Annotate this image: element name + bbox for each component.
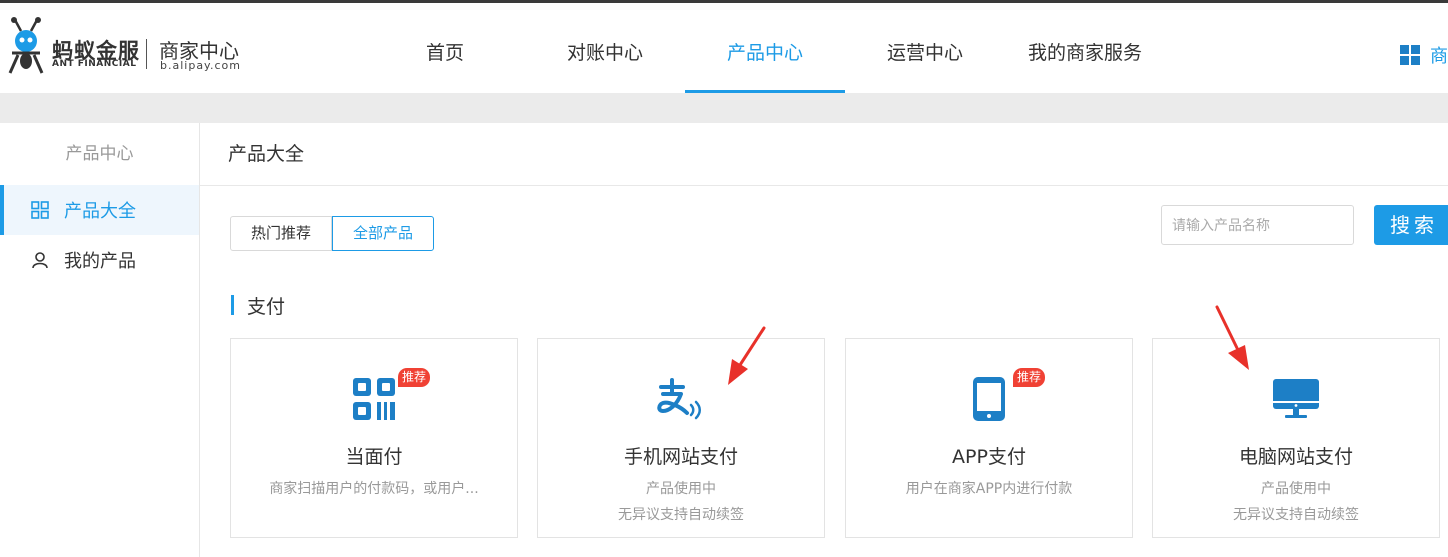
section-accent-bar xyxy=(231,295,234,315)
product-desc: 商家扫描用户的付款码，或用户... xyxy=(269,481,479,497)
main-nav: 首页 对账中心 产品中心 运营中心 我的商家服务 xyxy=(365,3,1165,93)
nav-operations[interactable]: 运营中心 xyxy=(845,3,1005,93)
product-tabs: 热门推荐 全部产品 xyxy=(230,216,435,251)
alipay-icon xyxy=(651,369,711,429)
sidebar-item-all-products[interactable]: 产品大全 xyxy=(0,185,199,235)
grid-icon xyxy=(30,200,50,220)
nav-reconciliation[interactable]: 对账中心 xyxy=(525,3,685,93)
header-band xyxy=(0,93,1448,123)
sidebar-item-label: 产品大全 xyxy=(64,201,136,222)
product-status: 产品使用中 xyxy=(646,481,716,497)
tab-hot-recommend[interactable]: 热门推荐 xyxy=(230,216,333,251)
main-content: 产品大全 热门推荐 全部产品 搜索 支付 xyxy=(200,123,1448,557)
merchant-label: 商 xyxy=(1430,46,1448,67)
merchant-menu[interactable]: 商 xyxy=(1400,43,1448,67)
user-icon xyxy=(30,250,50,270)
product-name: 当面付 xyxy=(345,446,403,468)
sidebar-item-label: 我的产品 xyxy=(64,251,136,272)
nav-home[interactable]: 首页 xyxy=(365,3,525,93)
product-desc: 用户在商家APP内进行付款 xyxy=(905,481,1073,497)
product-status: 产品使用中 xyxy=(1261,481,1331,497)
product-card-mobile-web-pay[interactable]: 手机网站支付 产品使用中 无异议支持自动续签 xyxy=(537,338,825,538)
recommend-badge: 推荐 xyxy=(1013,368,1046,387)
logo-divider xyxy=(146,39,147,69)
product-card-face-to-face[interactable]: 推荐 当面付 商家扫描用户的付款码，或用户... xyxy=(230,338,518,538)
ant-logo-icon xyxy=(8,17,44,74)
section-header: 支付 xyxy=(231,293,286,318)
logo-url: b.alipay.com xyxy=(160,59,241,72)
recommend-badge: 推荐 xyxy=(398,368,431,387)
search-button[interactable]: 搜索 xyxy=(1374,205,1448,245)
mobile-phone-icon xyxy=(959,369,1019,429)
desktop-monitor-icon xyxy=(1266,369,1326,429)
app-grid-icon xyxy=(1400,45,1420,65)
product-search-input[interactable] xyxy=(1161,205,1354,245)
logo[interactable]: 蚂蚁金服 ANT FINANCIAL 商家中心 b.alipay.com xyxy=(8,17,248,81)
sidebar-title: 产品中心 xyxy=(65,144,134,164)
logo-text-en: ANT FINANCIAL xyxy=(52,59,137,69)
annotation-arrow xyxy=(728,326,766,385)
product-card-app-pay[interactable]: 推荐 APP支付 用户在商家APP内进行付款 xyxy=(845,338,1133,538)
header: 蚂蚁金服 ANT FINANCIAL 商家中心 b.alipay.com 首页 … xyxy=(0,3,1448,93)
nav-products[interactable]: 产品中心 xyxy=(685,3,845,93)
sidebar: 产品中心 产品大全 我的产品 xyxy=(0,123,200,557)
product-name: 手机网站支付 xyxy=(623,446,738,468)
qr-code-icon xyxy=(344,369,404,429)
product-name: 电脑网站支付 xyxy=(1238,446,1353,468)
product-renewal: 无异议支持自动续签 xyxy=(1233,507,1359,523)
section-title: 支付 xyxy=(247,295,286,318)
product-renewal: 无异议支持自动续签 xyxy=(618,507,744,523)
sidebar-item-my-products[interactable]: 我的产品 xyxy=(0,235,199,285)
product-name: APP支付 xyxy=(952,446,1026,468)
product-card-pc-web-pay[interactable]: 电脑网站支付 产品使用中 无异议支持自动续签 xyxy=(1152,338,1440,538)
nav-merchant-services[interactable]: 我的商家服务 xyxy=(1005,3,1165,93)
tab-all-products[interactable]: 全部产品 xyxy=(332,216,435,251)
page-title: 产品大全 xyxy=(200,123,1448,186)
annotation-arrow xyxy=(1215,305,1249,370)
